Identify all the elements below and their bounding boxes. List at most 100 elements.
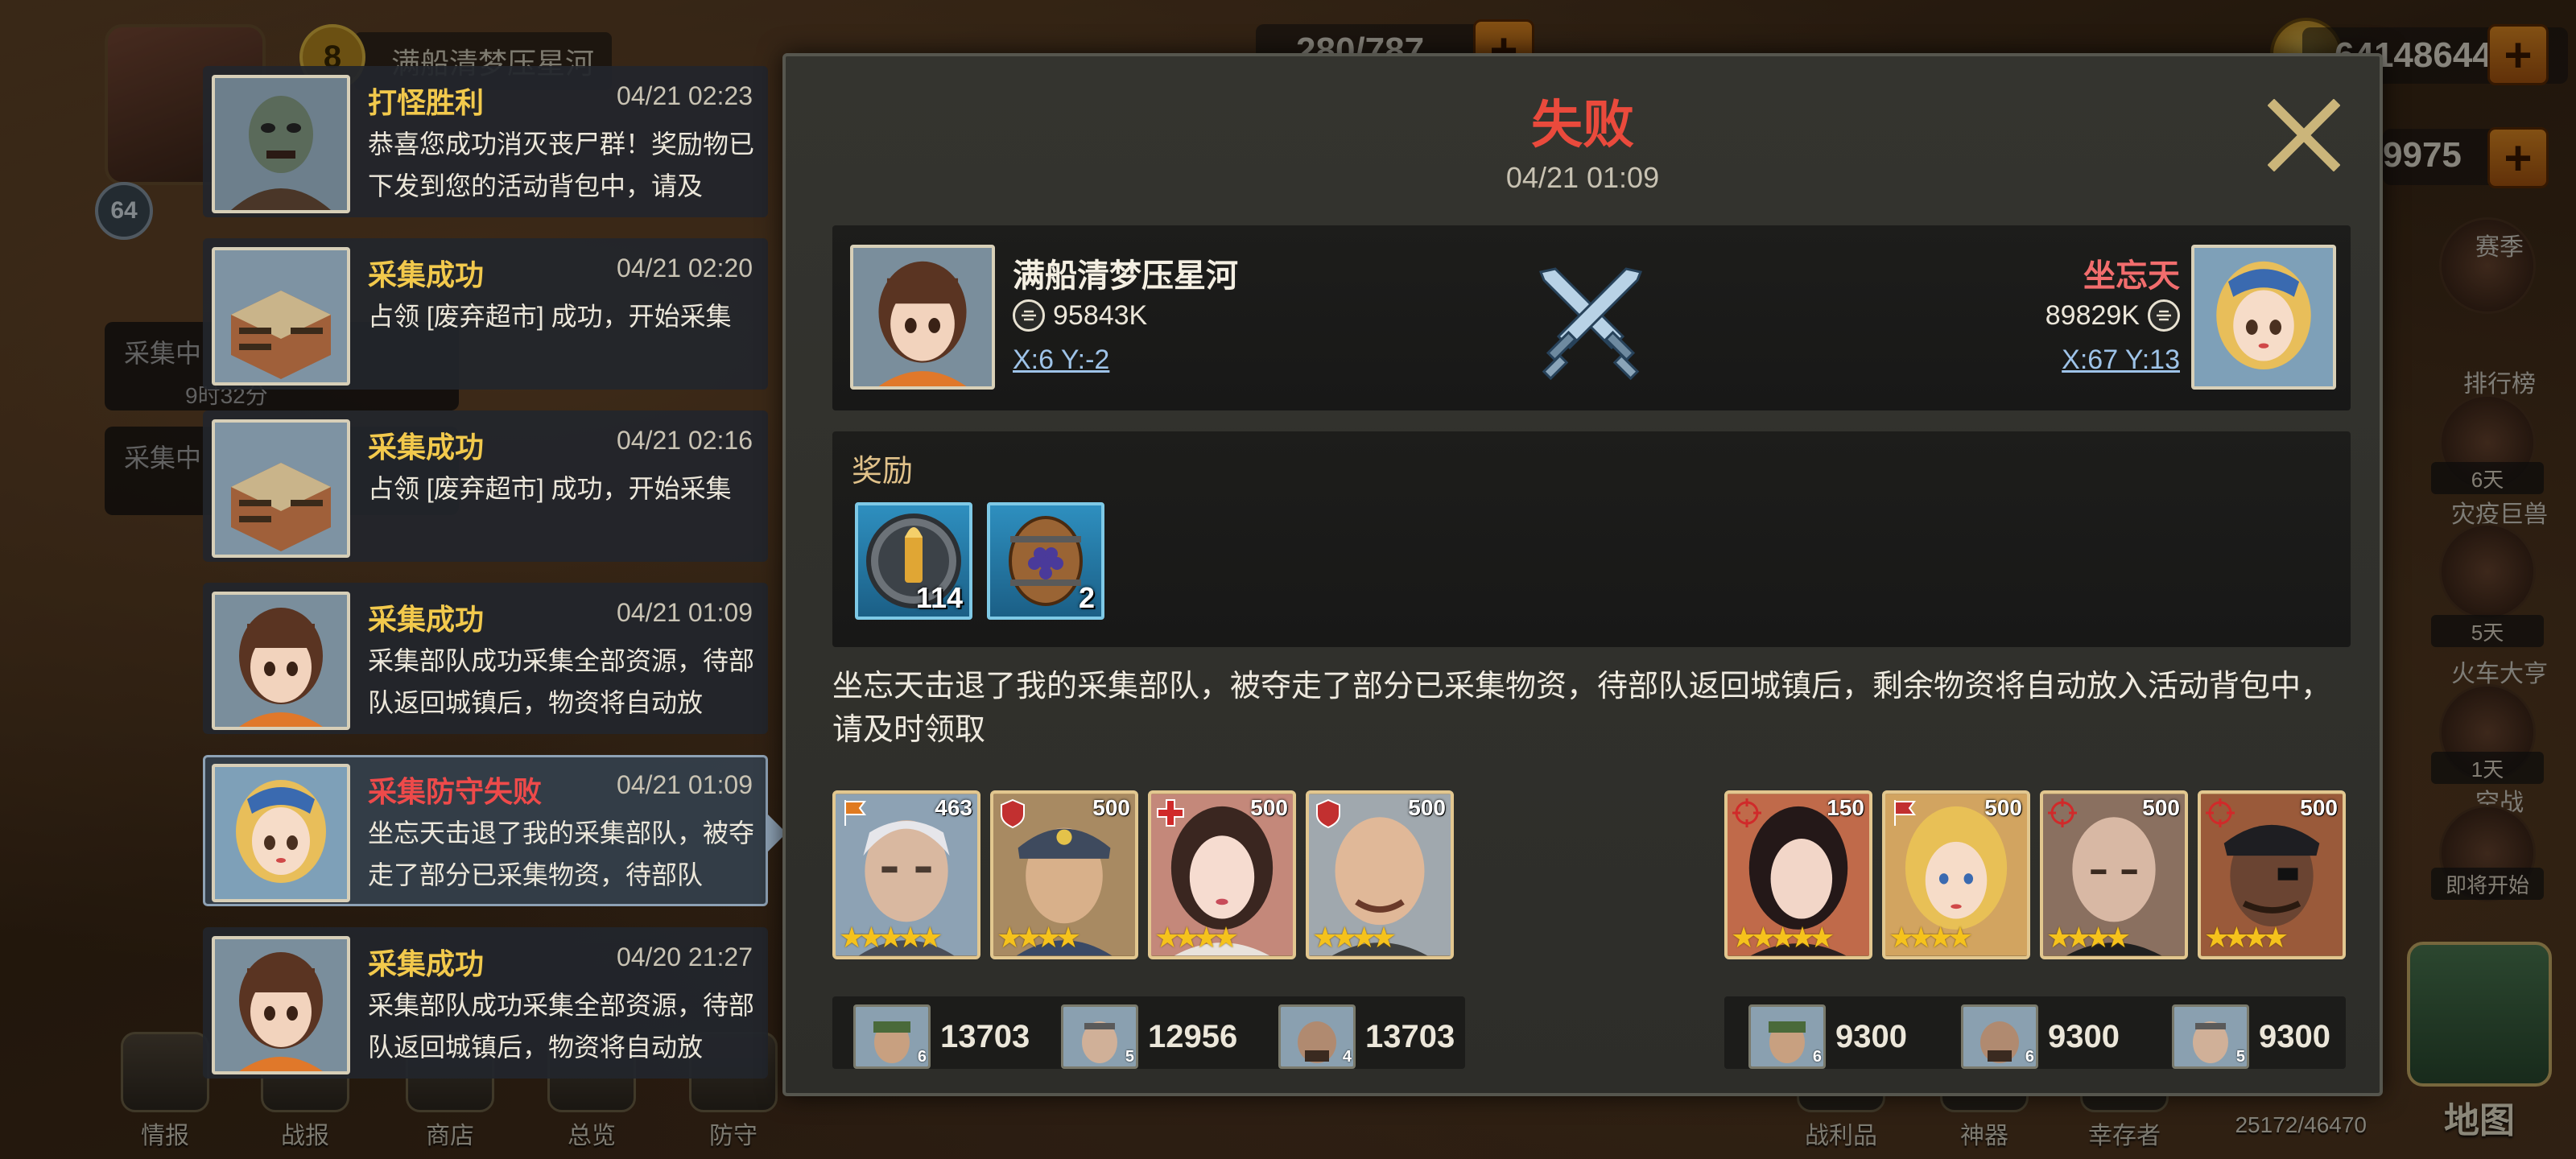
mail-title: 采集成功 (368, 258, 485, 291)
enemy-power: 89829K (2046, 299, 2180, 332)
self-coordinates-link[interactable]: X:6 Y:-2 (1013, 344, 1109, 376)
enemy-avatar[interactable] (2191, 245, 2336, 390)
target-class-icon (2206, 798, 2235, 827)
mail-item[interactable]: 采集成功 04/21 01:09 采集部队成功采集全部资源，待部队返回城镇后，物… (203, 583, 768, 734)
enemy-coordinates-link[interactable]: X:67 Y:13 (2062, 344, 2180, 376)
self-avatar[interactable] (850, 245, 995, 390)
power-icon (2148, 299, 2180, 332)
troop-slot[interactable]: 6 9300 (1748, 1004, 1907, 1069)
supermarket-thumbnail (212, 247, 350, 386)
flag-class-icon (1894, 800, 1916, 826)
reward-count: 2 (1078, 581, 1095, 614)
mail-time: 04/21 02:16 (616, 426, 753, 455)
enemy-hero-card[interactable]: 500 ★★★★ (2040, 790, 2188, 959)
self-hero-card[interactable]: 500 ★★★★ (1148, 790, 1296, 959)
hero-stars: ★★★★ (1889, 922, 1973, 955)
troop-count: 13703 (1365, 1018, 1455, 1054)
mail-time: 04/21 02:20 (616, 254, 753, 283)
troop-slot[interactable]: 5 9300 (2172, 1004, 2330, 1069)
hero-stars: ★★★★ (2204, 922, 2289, 955)
versus-section: 满船清梦压星河 95843K X:6 Y:-2 坐忘天 89829K X:67 … (832, 225, 2351, 410)
mail-preview: 坐忘天击退了我的采集部队，被夺走了部分已采集物资，待部队 (368, 819, 755, 889)
troop-rank: 6 (917, 1048, 927, 1066)
target-class-icon (2048, 798, 2077, 827)
mail-preview: 恭喜您成功消灭丧尸群！奖励物已下发到您的活动背包中，请及 (368, 130, 755, 200)
self-power: 95843K (1013, 299, 1147, 332)
supermarket-thumbnail (212, 419, 350, 558)
enemy-hero-card[interactable]: 500 ★★★★ (2198, 790, 2346, 959)
troop-slot[interactable]: 5 12956 (1061, 1004, 1237, 1069)
troop-count: 9300 (1835, 1018, 1907, 1054)
enemy-hero-card[interactable]: 500 ★★★★ (1882, 790, 2030, 959)
troop-count: 9300 (2048, 1018, 2120, 1054)
hero-stars: ★★★★★ (1731, 922, 1835, 955)
troop-rank: 5 (1125, 1048, 1134, 1066)
target-class-icon (1732, 798, 1761, 827)
self-hero-card[interactable]: 500 ★★★★ (990, 790, 1138, 959)
mail-item[interactable]: 采集成功 04/21 02:16 占领 [废弃超市] 成功，开始采集 (203, 410, 768, 562)
power-icon (1013, 299, 1045, 332)
troop-count: 9300 (2259, 1018, 2330, 1054)
troop-slot[interactable]: 4 13703 (1278, 1004, 1455, 1069)
troop-rank: 6 (2025, 1048, 2034, 1066)
mail-time: 04/21 01:09 (616, 770, 753, 799)
enemy-power-value: 89829K (2045, 299, 2140, 331)
reward-section: 奖励 114 2 (832, 431, 2351, 647)
hero-stars: ★★★★ (2046, 922, 2131, 955)
self-name: 满船清梦压星河 (1013, 258, 1238, 294)
soldier-portrait: 6 (853, 1004, 931, 1069)
soldier-portrait: 6 (1961, 1004, 2038, 1069)
close-icon (2268, 99, 2340, 171)
soldier-portrait: 4 (1278, 1004, 1356, 1069)
enemy-name: 坐忘天 (2083, 258, 2180, 294)
soldier-portrait: 6 (1748, 1004, 1826, 1069)
mail-title: 采集成功 (368, 603, 485, 636)
mail-title: 采集成功 (368, 947, 485, 980)
mail-title: 采集成功 (368, 431, 485, 464)
reward-item[interactable]: 2 (987, 502, 1104, 620)
mail-preview: 采集部队成功采集全部资源，待部队返回城镇后，物资将自动放 (368, 646, 755, 717)
troop-slot[interactable]: 6 13703 (853, 1004, 1030, 1069)
crossed-swords-icon (1538, 267, 1643, 381)
hero-stars: ★★★★ (1312, 922, 1397, 955)
hero-level: 500 (2142, 795, 2180, 820)
troop-count: 13703 (940, 1018, 1030, 1054)
troop-rank: 5 (2235, 1048, 2245, 1066)
enemy-hero-card[interactable]: 150 ★★★★★ (1724, 790, 1872, 959)
self-hero-card[interactable]: 500 ★★★★ (1306, 790, 1454, 959)
battle-report-panel: 失败 04/21 01:09 满船清梦压星河 95843K X:6 Y:-2 坐… (782, 53, 2383, 1096)
reward-item[interactable]: 114 (855, 502, 972, 620)
medic-class-icon (1157, 799, 1184, 827)
hero-level: 500 (1408, 795, 1446, 820)
mail-item[interactable]: 采集成功 04/20 21:27 采集部队成功采集全部资源，待部队返回城镇后，物… (203, 927, 768, 1079)
report-description: 坐忘天击退了我的采集部队，被夺走了部分已采集物资，待部队返回城镇后，剩余物资将自… (832, 670, 2332, 747)
reward-label: 奖励 (852, 455, 914, 489)
mail-time: 04/21 01:09 (616, 598, 753, 627)
mail-time: 04/21 02:23 (616, 81, 753, 110)
hero-level: 500 (1250, 795, 1288, 820)
mail-preview: 占领 [废弃超市] 成功，开始采集 (368, 474, 732, 503)
mail-preview: 采集部队成功采集全部资源，待部队返回城镇后，物资将自动放 (368, 991, 755, 1062)
mail-item[interactable]: 打怪胜利 04/21 02:23 恭喜您成功消灭丧尸群！奖励物已下发到您的活动背… (203, 66, 768, 217)
reward-count: 114 (915, 581, 963, 614)
close-button[interactable] (2262, 93, 2346, 177)
zombie-thumbnail (212, 75, 350, 213)
hero-level: 463 (935, 795, 972, 820)
hero-stars: ★★★★ (997, 922, 1081, 955)
troop-count: 12956 (1148, 1018, 1238, 1054)
hero-level: 500 (2300, 795, 2338, 820)
hero-stars: ★★★★ (1154, 922, 1239, 955)
hero-stars: ★★★★★ (839, 922, 943, 955)
blonde-avatar (212, 764, 350, 902)
hero-level: 500 (1092, 795, 1130, 820)
troop-slot[interactable]: 6 9300 (1961, 1004, 2120, 1069)
report-result: 失败 (1531, 96, 1634, 154)
brunette-avatar (212, 592, 350, 730)
self-troops-bar: 6 13703 5 12956 4 13703 (832, 996, 1465, 1069)
mail-item[interactable]: 采集成功 04/21 02:20 占领 [废弃超市] 成功，开始采集 (203, 238, 768, 390)
enemy-troops-bar: 6 9300 6 9300 5 9300 (1724, 996, 2346, 1069)
mail-item-selected[interactable]: 采集防守失败 04/21 01:09 坐忘天击退了我的采集部队，被夺走了部分已采… (203, 755, 786, 906)
hero-level: 150 (1827, 795, 1864, 820)
mail-preview: 占领 [废弃超市] 成功，开始采集 (368, 302, 732, 331)
self-hero-card[interactable]: 463 ★★★★★ (832, 790, 980, 959)
